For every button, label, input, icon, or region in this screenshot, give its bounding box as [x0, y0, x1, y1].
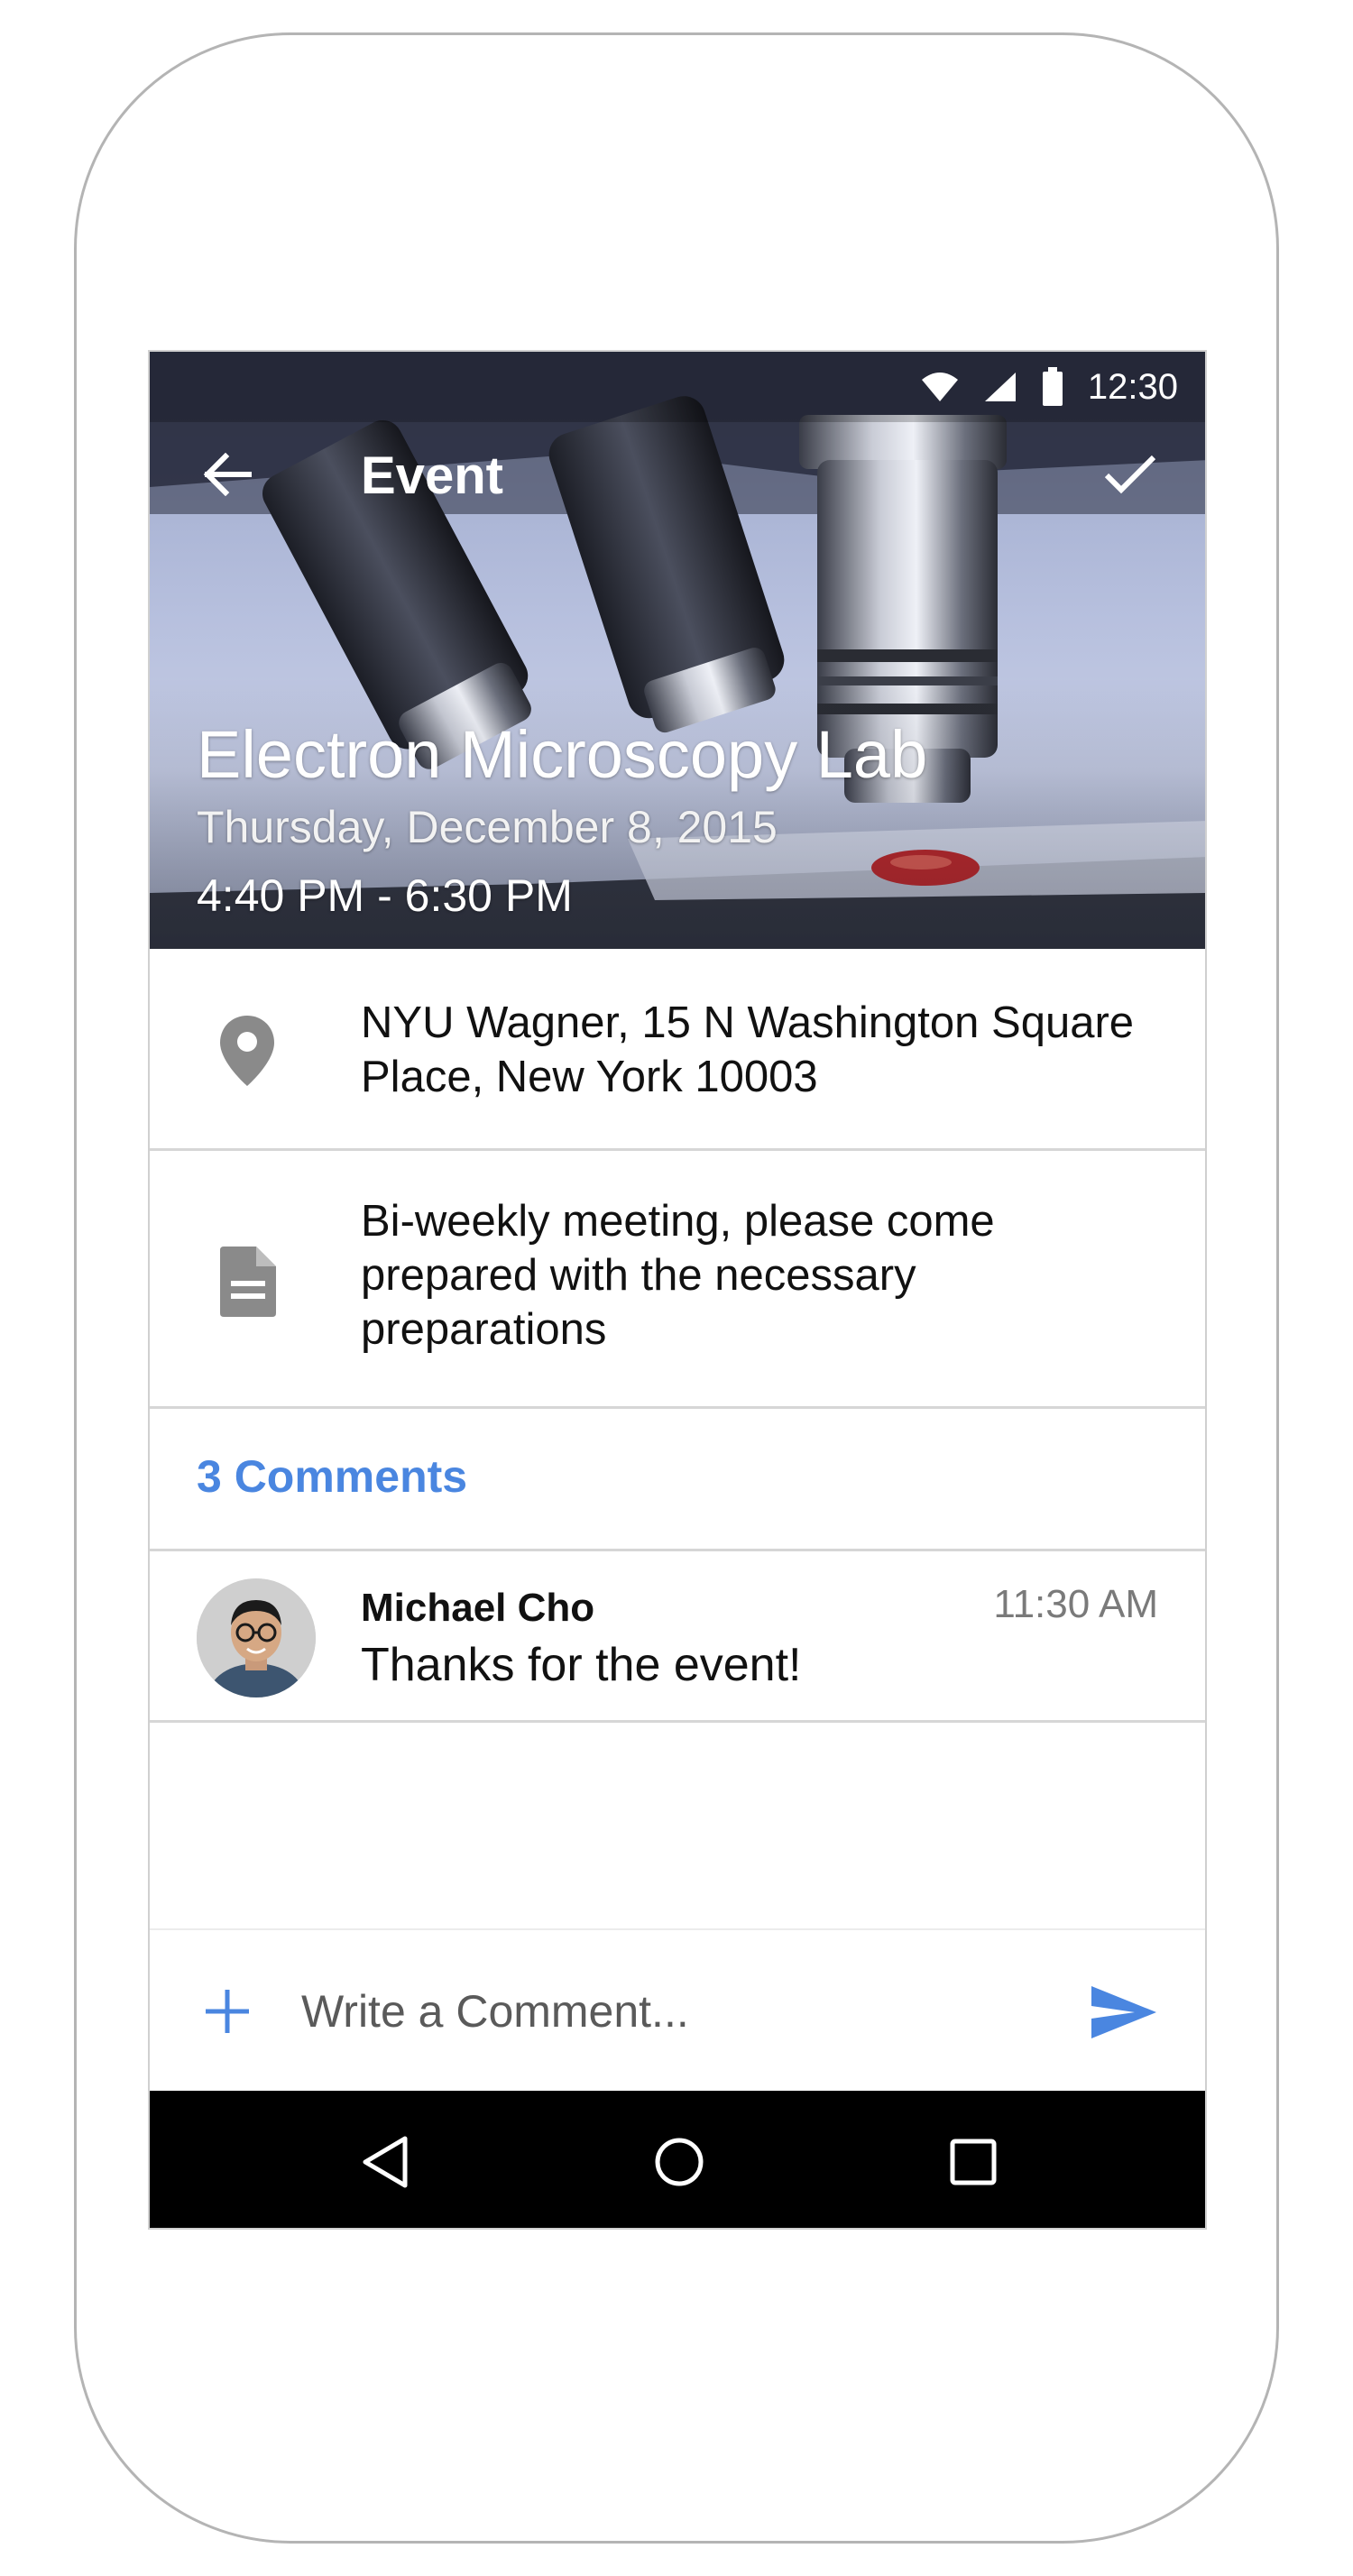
location-pin-icon — [218, 1014, 276, 1088]
comment-text: Thanks for the event! — [361, 1639, 802, 1691]
check-icon — [1104, 455, 1156, 494]
nav-home-icon — [655, 2138, 704, 2186]
comment-author: Michael Cho — [361, 1586, 595, 1630]
event-description-text: Bi-weekly meeting, please come prepared … — [361, 1197, 995, 1354]
nav-recents-icon — [950, 2139, 997, 2185]
battery-icon — [1041, 367, 1064, 407]
comments-count-link[interactable]: 3 Comments — [197, 1450, 467, 1503]
event-time: 4:40 PM - 6:30 PM — [197, 870, 573, 921]
app-bar-title: Event — [361, 446, 503, 505]
send-icon — [1091, 1986, 1156, 2038]
back-button[interactable] — [200, 449, 254, 500]
system-navigation-bar — [150, 2091, 1205, 2228]
cellular-signal-icon — [983, 371, 1017, 403]
comment-compose-bar — [150, 1928, 1205, 2091]
plus-icon — [206, 1990, 249, 2033]
arrow-back-icon — [203, 453, 252, 496]
comment-item: Michael Cho 11:30 AM Thanks for the even… — [150, 1551, 1205, 1723]
event-description-row: Bi-weekly meeting, please come prepared … — [150, 1151, 1205, 1409]
add-attachment-button[interactable] — [197, 1981, 258, 2042]
confirm-button[interactable] — [1102, 447, 1158, 500]
nav-recents-button[interactable] — [942, 2130, 1005, 2194]
event-title: Electron Microscopy Lab — [197, 717, 928, 792]
status-time: 12:30 — [1087, 366, 1178, 407]
status-bar: 12:30 — [150, 352, 1205, 422]
comment-input[interactable] — [301, 1975, 1005, 2047]
nav-back-button[interactable] — [354, 2130, 417, 2194]
document-icon — [218, 1245, 278, 1319]
comments-header-row: 3 Comments — [150, 1409, 1205, 1551]
nav-home-button[interactable] — [648, 2130, 711, 2194]
event-hero-header: 12:30 Event Electron Microscopy Lab Thur… — [150, 352, 1205, 949]
event-date: Thursday, December 8, 2015 — [197, 802, 778, 852]
nav-back-icon — [363, 2136, 408, 2188]
app-bar: Event — [150, 422, 1205, 523]
device-screen: 12:30 Event Electron Microscopy Lab Thur… — [148, 350, 1207, 2230]
wifi-icon — [920, 371, 960, 403]
event-location-row[interactable]: NYU Wagner, 15 N Washington Square Place… — [150, 949, 1205, 1151]
avatar[interactable] — [197, 1578, 316, 1697]
comment-timestamp: 11:30 AM — [993, 1582, 1158, 1626]
event-location-text: NYU Wagner, 15 N Washington Square Place… — [361, 998, 1135, 1101]
send-button[interactable] — [1088, 1981, 1160, 2044]
